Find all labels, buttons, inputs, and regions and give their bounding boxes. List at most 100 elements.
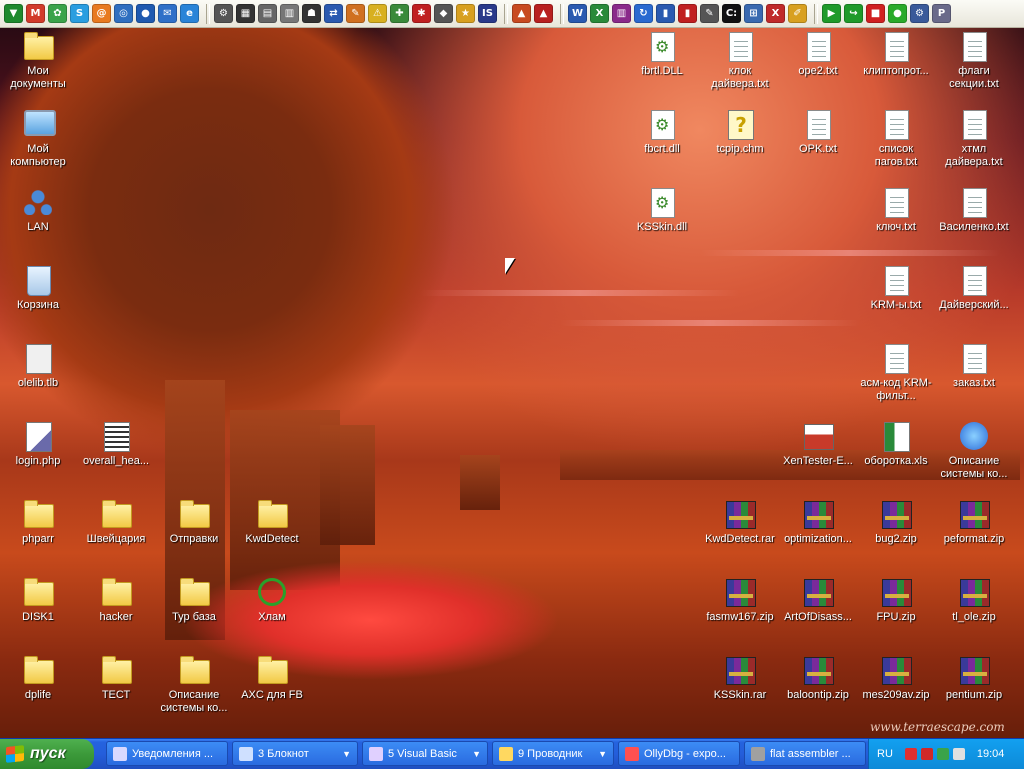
desktop-icon[interactable]: клок дайвера.txt <box>702 30 778 91</box>
spy-icon[interactable]: ☗ <box>302 4 321 23</box>
desktop-icon[interactable]: bug2.zip <box>858 498 934 546</box>
icq-tray-icon[interactable] <box>936 748 949 760</box>
desktop-icon[interactable]: список пагов.txt <box>858 108 934 169</box>
desktop-icon[interactable]: LAN <box>0 186 76 234</box>
green-dot-icon[interactable]: ● <box>888 4 907 23</box>
ida-icon[interactable]: IS <box>478 4 497 23</box>
desktop-icon[interactable]: хтмл дайвера.txt <box>936 108 1012 169</box>
desktop-icon[interactable]: ? tcpip.chm <box>702 108 778 156</box>
taskbar-button[interactable]: Уведомления ... <box>106 741 228 766</box>
play-icon[interactable]: ▶ <box>822 4 841 23</box>
red-app-icon[interactable]: ▲ <box>534 4 553 23</box>
ollydbg-bug-icon[interactable]: ✱ <box>412 4 431 23</box>
green-check-icon[interactable]: ▼ <box>4 4 23 23</box>
desktop-icon[interactable]: fasmw167.zip <box>702 576 778 624</box>
mail-at-icon[interactable]: @ <box>92 4 111 23</box>
taskbar-button[interactable]: 5 Visual Basic ▼ <box>362 741 488 766</box>
desktop-icon[interactable]: ope2.txt <box>780 30 856 78</box>
desktop-icon[interactable]: Тур база <box>156 576 232 624</box>
ollydbg-tray-icon[interactable] <box>920 748 933 760</box>
desktop-icon[interactable]: optimization... <box>780 498 856 546</box>
desktop-icon[interactable]: Мой компьютер <box>0 108 76 169</box>
speaker-tray-icon[interactable] <box>952 748 965 760</box>
xml-icon[interactable]: X <box>766 4 785 23</box>
desktop-icon[interactable]: Описание системы ко... <box>936 420 1012 481</box>
desktop-icon[interactable]: оборотка.xls <box>858 420 934 468</box>
red-book-icon[interactable]: ▮ <box>678 4 697 23</box>
desktop-icon[interactable]: KwdDetect.rar <box>702 498 778 546</box>
excel-icon[interactable]: X <box>590 4 609 23</box>
desktop-icon[interactable]: FPU.zip <box>858 576 934 624</box>
paint-icon[interactable]: ✎ <box>346 4 365 23</box>
desktop-icon[interactable]: tl_ole.zip <box>936 576 1012 624</box>
desktop-icon[interactable]: fbcrt.dll <box>624 108 700 156</box>
desktop-icon[interactable]: KSSkin.dll <box>624 186 700 234</box>
desktop-icon[interactable]: ArtOfDisass... <box>780 576 856 624</box>
edit-icon[interactable]: ✎ <box>700 4 719 23</box>
desktop-icon[interactable]: клиптопрот... <box>858 30 934 78</box>
language-indicator[interactable]: RU <box>877 748 893 760</box>
refresh-icon[interactable]: ↻ <box>634 4 653 23</box>
console-icon[interactable]: C: <box>722 4 741 23</box>
step-icon[interactable]: ↪ <box>844 4 863 23</box>
desktop-icon[interactable]: dplife <box>0 654 76 702</box>
skype-icon[interactable]: S <box>70 4 89 23</box>
calculator-icon[interactable]: ▦ <box>236 4 255 23</box>
desktop-icon[interactable]: Хлам <box>234 576 310 624</box>
desktop-icon[interactable]: Василенко.txt <box>936 186 1012 234</box>
desktop-icon[interactable]: baloontip.zip <box>780 654 856 702</box>
taskbar-button[interactable]: flat assembler ... <box>744 741 866 766</box>
document-icon[interactable]: ▤ <box>258 4 277 23</box>
desktop-icon[interactable]: Дайверский... <box>936 264 1012 312</box>
icq-icon[interactable]: ✿ <box>48 4 67 23</box>
desktop-icon[interactable]: флаги секции.txt <box>936 30 1012 91</box>
desktop-icon[interactable]: ТЕСТ <box>78 654 154 702</box>
disk-icon[interactable]: ◆ <box>434 4 453 23</box>
desktop-icon[interactable]: Отправки <box>156 498 232 546</box>
network-icon[interactable]: ⇄ <box>324 4 343 23</box>
desktop-icon[interactable]: XenTester-E... <box>780 420 856 468</box>
desktop-icon[interactable]: Корзина <box>0 264 76 312</box>
pencil-icon[interactable]: ✐ <box>788 4 807 23</box>
notes-icon[interactable]: ▥ <box>280 4 299 23</box>
desktop-icon[interactable]: fbrtl.DLL <box>624 30 700 78</box>
desktop-icon[interactable]: OPK.txt <box>780 108 856 156</box>
tree-icon[interactable]: ⊞ <box>744 4 763 23</box>
taskbar-button[interactable]: 3 Блокнот ▼ <box>232 741 358 766</box>
desktop-icon[interactable]: hacker <box>78 576 154 624</box>
book-icon[interactable]: ▮ <box>656 4 675 23</box>
archive-icon[interactable]: ▥ <box>612 4 631 23</box>
desktop-icon[interactable]: Описание системы ко... <box>156 654 232 715</box>
desktop-icon[interactable]: Мои документы <box>0 30 76 91</box>
desktop-icon[interactable]: overall_hea... <box>78 420 154 468</box>
desktop-icon[interactable]: асм-код KRM-фильт... <box>858 342 934 403</box>
desktop-icon[interactable]: KRM-ы.txt <box>858 264 934 312</box>
clock[interactable]: 19:04 <box>977 748 1005 760</box>
desktop-icon[interactable]: заказ.txt <box>936 342 1012 390</box>
internet-explorer-icon[interactable]: e <box>180 4 199 23</box>
desktop-icon[interactable]: KwdDetect <box>234 498 310 546</box>
tool-icon[interactable]: ⚙ <box>214 4 233 23</box>
desktop-icon[interactable]: olelib.tlb <box>0 342 76 390</box>
word-icon[interactable]: W <box>568 4 587 23</box>
plugin-icon[interactable]: ✚ <box>390 4 409 23</box>
desktop-icon[interactable]: ключ.txt <box>858 186 934 234</box>
desktop-icon[interactable]: pentium.zip <box>936 654 1012 702</box>
stop-icon[interactable]: ■ <box>866 4 885 23</box>
settings-icon[interactable]: ⚙ <box>910 4 929 23</box>
taskbar-button[interactable]: OllyDbg - expo... <box>618 741 740 766</box>
warning-icon[interactable]: ⚠ <box>368 4 387 23</box>
browser-globe-icon[interactable]: ◎ <box>114 4 133 23</box>
desktop-icon[interactable]: DISK1 <box>0 576 76 624</box>
desktop-icon[interactable]: KSSkin.rar <box>702 654 778 702</box>
star-icon[interactable]: ★ <box>456 4 475 23</box>
chart-icon[interactable]: ▲ <box>512 4 531 23</box>
desktop-icon[interactable]: AXC для FB <box>234 654 310 702</box>
desktop-icon[interactable]: phparr <box>0 498 76 546</box>
desktop-icon[interactable]: Швейцария <box>78 498 154 546</box>
red-flag-icon[interactable] <box>904 748 917 760</box>
desktop-icon[interactable]: mes209av.zip <box>858 654 934 702</box>
start-button[interactable]: пуск <box>0 739 94 769</box>
gmail-icon[interactable]: M <box>26 4 45 23</box>
blue-globe-icon[interactable]: ● <box>136 4 155 23</box>
